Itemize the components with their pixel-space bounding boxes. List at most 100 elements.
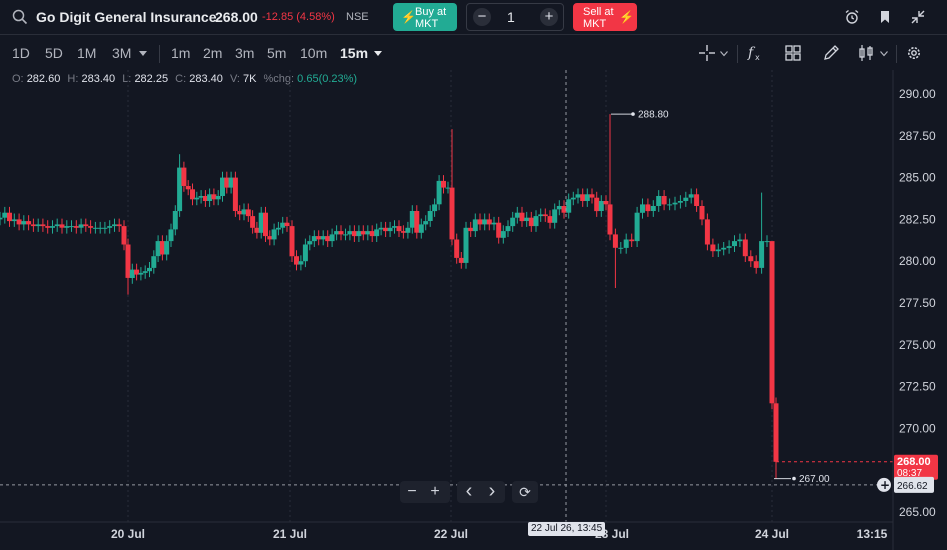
quantity-stepper: − 1 +	[466, 3, 564, 31]
scroll-left-button[interactable]: ‹	[460, 481, 478, 501]
candle	[694, 194, 700, 206]
crosshair-icon[interactable]	[698, 44, 716, 62]
chevron-down-icon[interactable]	[720, 51, 728, 57]
candle	[514, 212, 520, 218]
candle	[338, 231, 344, 235]
interval-1m[interactable]: 1m	[171, 45, 190, 61]
candle	[449, 187, 455, 240]
buy-at-market-button[interactable]: ⚡ Buy at MKT	[393, 3, 457, 31]
candle	[181, 167, 187, 186]
function-icon[interactable]: f x	[746, 44, 764, 62]
candle	[316, 236, 322, 240]
candle	[594, 197, 600, 212]
candle	[92, 227, 98, 229]
interval-10m[interactable]: 10m	[300, 45, 327, 61]
candle	[547, 216, 553, 223]
candle	[245, 209, 251, 217]
candle-type-icon[interactable]	[857, 44, 875, 62]
time-axis[interactable]: 20 Jul 21 Jul 22 Jul 23 Jul 24 Jul 13:15	[111, 527, 888, 541]
reset-chart-button[interactable]: ⟳	[516, 483, 534, 501]
drawing-pen-icon[interactable]	[822, 44, 840, 62]
lightning-icon: ⚡	[619, 10, 634, 24]
candle	[78, 224, 84, 228]
interval-3m[interactable]: 3m	[235, 45, 254, 61]
exchange-label[interactable]: NSE	[346, 11, 369, 23]
candle	[769, 241, 775, 404]
sell-at-market-button[interactable]: ⚡ Sell at MKT	[573, 3, 637, 31]
time-tick-label: 22 Jul	[434, 527, 468, 541]
zoom-out-button[interactable]: −	[403, 483, 421, 501]
candle	[598, 201, 604, 211]
candle	[704, 219, 710, 245]
price-tick-label: 290.00	[899, 87, 936, 101]
candle	[215, 196, 221, 200]
scroll-controls: ‹ ›	[457, 481, 505, 503]
candle	[129, 269, 135, 278]
timeframe-1d[interactable]: 1D	[12, 45, 30, 61]
candle	[387, 227, 393, 232]
price-tick-label: 275.00	[899, 338, 936, 352]
quantity-decrease-button[interactable]: −	[473, 8, 491, 26]
candle	[759, 241, 765, 268]
candle	[194, 197, 200, 200]
candle	[423, 221, 429, 225]
chevron-down-icon[interactable]	[139, 51, 147, 57]
candle	[2, 212, 8, 218]
candle	[228, 177, 234, 188]
settings-icon[interactable]	[905, 44, 923, 62]
alarm-icon[interactable]	[844, 9, 860, 25]
candle	[441, 180, 446, 188]
candle	[409, 211, 415, 228]
top-bar: Go Digit General Insurance 268.00 -12.85…	[0, 0, 947, 35]
candle	[237, 211, 243, 215]
interval-5m[interactable]: 5m	[267, 45, 286, 61]
timeframe-5d[interactable]: 5D	[45, 45, 63, 61]
chart-toolbar: 1D 5D 1M 3M 1m 2m 3m 5m 10m 15m f x	[0, 37, 947, 69]
candle	[164, 241, 170, 255]
interval-15m[interactable]: 15m	[340, 45, 368, 61]
interval-2m[interactable]: 2m	[203, 45, 222, 61]
collapse-icon[interactable]	[910, 9, 926, 25]
price-chart[interactable]: 288.80267.00 265.00267.50270.00272.50275…	[0, 70, 947, 550]
candle	[640, 204, 645, 213]
candle	[753, 261, 759, 268]
candle	[677, 201, 683, 203]
crosshair-time-label: 22 Jul 26, 13:45	[528, 522, 606, 536]
indicators-icon[interactable]	[784, 44, 802, 62]
search-icon[interactable]	[12, 9, 28, 25]
candle	[699, 206, 705, 220]
chevron-down-icon[interactable]	[880, 51, 888, 57]
candle	[589, 194, 595, 198]
price-axis[interactable]: 265.00267.50270.00272.50275.00277.50280.…	[877, 87, 938, 519]
stock-name[interactable]: Go Digit General Insurance	[36, 9, 217, 25]
chart-annotations: 288.80 267.00	[0, 70, 893, 522]
price-tick-label: 285.00	[899, 171, 936, 185]
quantity-increase-button[interactable]: +	[540, 8, 558, 26]
candle	[360, 231, 366, 235]
timeframe-3m-range[interactable]: 3M	[112, 45, 131, 61]
candle	[159, 241, 165, 255]
candle	[121, 226, 127, 245]
candle	[710, 244, 716, 252]
candle	[392, 226, 397, 228]
candle	[607, 204, 613, 235]
candle	[773, 403, 779, 462]
timeframe-1m-range[interactable]: 1M	[77, 45, 96, 61]
candle	[16, 219, 22, 225]
bookmark-icon[interactable]	[877, 9, 893, 25]
candle	[612, 234, 618, 248]
candle	[383, 227, 389, 232]
candle	[73, 226, 79, 228]
quantity-input[interactable]: 1	[507, 9, 515, 25]
chevron-down-icon[interactable]	[374, 51, 382, 57]
scroll-right-button[interactable]: ›	[483, 481, 501, 501]
zoom-in-button[interactable]: +	[426, 483, 444, 501]
candle	[570, 197, 576, 200]
candle	[721, 247, 727, 250]
candle	[374, 229, 380, 237]
candle	[147, 267, 152, 272]
candle	[59, 224, 65, 228]
candle	[505, 226, 511, 232]
candle	[263, 212, 268, 237]
candle	[280, 222, 286, 228]
